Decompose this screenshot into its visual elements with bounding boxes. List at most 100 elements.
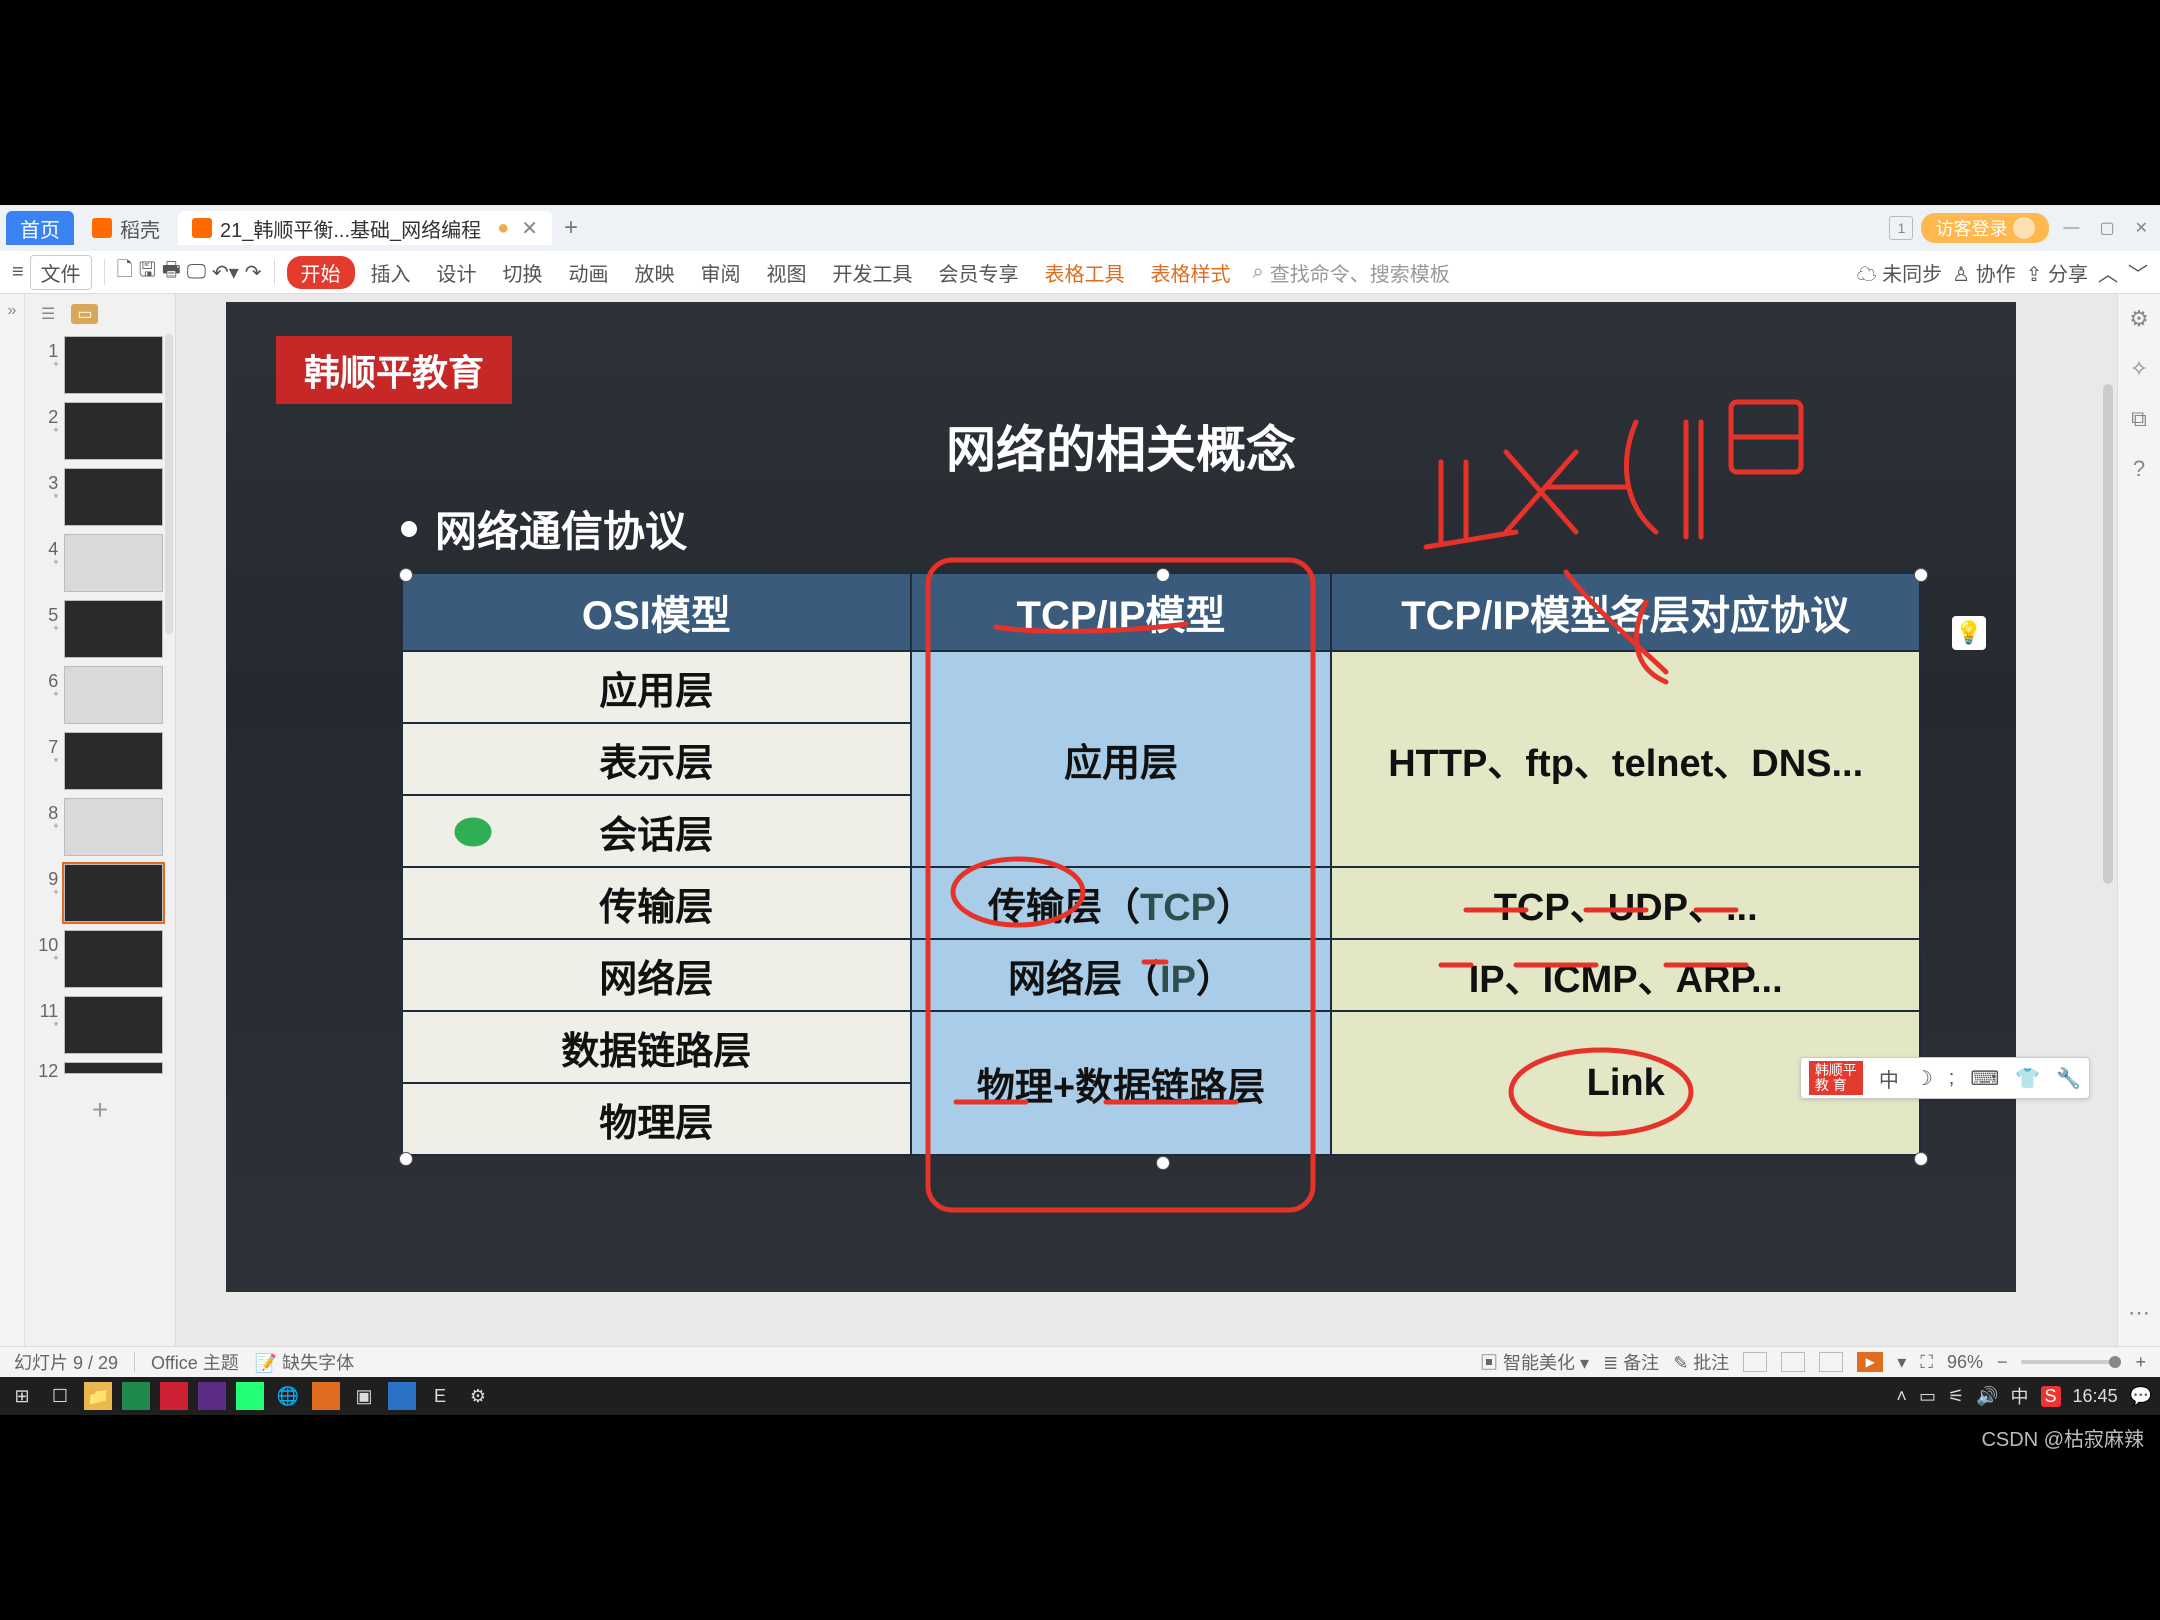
ribbon-transition[interactable]: 切换	[493, 256, 553, 289]
ribbon-member[interactable]: 会员专享	[929, 256, 1029, 289]
ime-comma-icon[interactable]: ;	[1941, 1067, 1963, 1090]
ime-toolbar[interactable]: 韩顺平教 育 中 ☽ ; ⌨ 👕 🔧	[1800, 1057, 2090, 1099]
missing-font[interactable]: 📝 缺失字体	[255, 1349, 354, 1375]
ribbon-animation[interactable]: 动画	[559, 256, 619, 289]
new-file-icon[interactable]: 🗋	[117, 255, 133, 289]
window-minimize-icon[interactable]: —	[2063, 219, 2079, 237]
ime-moon-icon[interactable]: ☽	[1907, 1066, 1941, 1091]
tab-close-icon[interactable]: ✕	[521, 216, 538, 241]
ribbon-design[interactable]: 设计	[427, 256, 487, 289]
view-sorter-icon[interactable]	[1781, 1352, 1805, 1372]
thumb-12[interactable]: 12	[25, 1058, 175, 1084]
ribbon-dropdown-icon[interactable]: ﹀	[2128, 258, 2148, 287]
zoom-in-icon[interactable]: +	[2135, 1352, 2146, 1373]
fit-icon[interactable]: ⛶	[1920, 1352, 1933, 1373]
terminal-icon[interactable]: ▣	[350, 1382, 378, 1410]
outline-icon[interactable]: ☰	[41, 304, 55, 324]
help-icon[interactable]: ?	[2133, 456, 2145, 482]
tray-notification-icon[interactable]: 💬	[2130, 1386, 2152, 1407]
window-close-icon[interactable]: ✕	[2135, 218, 2148, 238]
ribbon-start[interactable]: 开始	[287, 256, 355, 289]
new-tab-button[interactable]: +	[556, 213, 586, 243]
thumb-view-selected[interactable]: ▭	[71, 304, 98, 324]
thumb-10[interactable]: 10*	[25, 926, 175, 992]
ime-shirt-icon[interactable]: 👕	[2007, 1066, 2048, 1091]
tray-ime-cn-icon[interactable]: 中	[2011, 1383, 2029, 1409]
thumb-2[interactable]: 2*	[25, 398, 175, 464]
share-button[interactable]: ⇪ 分享	[2026, 258, 2088, 287]
hamburger-icon[interactable]: ≡	[12, 261, 24, 284]
model-table[interactable]: OSI模型 TCP/IP模型 TCP/IP模型各层对应协议 应用层 应用层 HT…	[401, 572, 1921, 1156]
clone-icon[interactable]: ⧉	[2131, 406, 2147, 432]
clock[interactable]: 16:45	[2073, 1386, 2118, 1407]
notes-button[interactable]: ≣ 备注	[1603, 1349, 1659, 1375]
chrome-icon[interactable]: 🌐	[274, 1382, 302, 1410]
thumb-8[interactable]: 8*	[25, 794, 175, 860]
settings-sliders-icon[interactable]: ⚙	[2129, 306, 2149, 332]
explorer-icon[interactable]: 📁	[84, 1382, 112, 1410]
save-icon[interactable]: 🖫	[139, 255, 156, 289]
thumb-4[interactable]: 4*	[25, 530, 175, 596]
wps-icon[interactable]	[312, 1382, 340, 1410]
nav-collapse-column[interactable]: »	[0, 294, 25, 1346]
ribbon-review[interactable]: 审阅	[691, 256, 751, 289]
app-red-icon[interactable]	[160, 1382, 188, 1410]
thumb-1[interactable]: 1*	[25, 332, 175, 398]
thumb-9[interactable]: 9*	[25, 860, 175, 926]
app-e-icon[interactable]: E	[426, 1382, 454, 1410]
calc-icon[interactable]	[388, 1382, 416, 1410]
zoom-slider[interactable]	[2021, 1360, 2121, 1364]
app-teal-icon[interactable]	[236, 1382, 264, 1410]
slideshow-play-button[interactable]: ▶	[1857, 1352, 1883, 1372]
ribbon-slideshow[interactable]: 放映	[625, 256, 685, 289]
tray-s-icon[interactable]: S	[2041, 1386, 2061, 1407]
zoom-out-icon[interactable]: −	[1997, 1352, 2008, 1373]
tray-wifi-icon[interactable]: ⚟	[1948, 1386, 1964, 1407]
zoom-value[interactable]: 96%	[1947, 1352, 1983, 1373]
ribbon-dev[interactable]: 开发工具	[823, 256, 923, 289]
redo-icon[interactable]: ↷	[245, 260, 262, 285]
ribbon-table-style[interactable]: 表格样式	[1141, 256, 1241, 289]
ribbon-table-tools[interactable]: 表格工具	[1035, 256, 1135, 289]
thumb-scrollbar[interactable]	[165, 334, 173, 634]
more-icon[interactable]: ⋯	[2128, 1300, 2150, 1326]
add-slide-button[interactable]: +	[25, 1094, 175, 1126]
tray-volume-icon[interactable]: 🔊	[1976, 1386, 1998, 1407]
ribbon-view[interactable]: 视图	[757, 256, 817, 289]
thumb-7[interactable]: 7*	[25, 728, 175, 794]
print-preview-icon[interactable]: 🖵	[187, 261, 206, 284]
tray-battery-icon[interactable]: ▭	[1919, 1386, 1936, 1407]
file-menu[interactable]: 文件	[30, 255, 92, 290]
comments-button[interactable]: ✎ 批注	[1673, 1349, 1729, 1375]
canvas-scrollbar[interactable]	[2103, 384, 2113, 884]
sparkle-icon[interactable]: ✧	[2130, 356, 2148, 382]
print-icon[interactable]: 🖶	[162, 255, 181, 289]
window-maximize-icon[interactable]: ▢	[2099, 218, 2114, 238]
slide-canvas[interactable]: 韩顺平教育 网络的相关概念 网络通信协议 💡 OSI模型 TCP/IP模型 TC…	[176, 294, 2117, 1346]
settings-icon[interactable]: ⚙	[464, 1382, 492, 1410]
collab-button[interactable]: ♙ 协作	[1952, 258, 2016, 287]
visitor-login-button[interactable]: 访客登录	[1921, 213, 2049, 243]
thumb-5[interactable]: 5*	[25, 596, 175, 662]
view-normal-icon[interactable]	[1743, 1352, 1767, 1372]
ribbon-search[interactable]: ⌕查找命令、搜索模板	[1253, 258, 1450, 287]
undo-icon[interactable]: ↶▾	[212, 260, 239, 285]
start-icon[interactable]: ⊞	[8, 1382, 36, 1410]
ime-mode[interactable]: 中	[1871, 1064, 1907, 1093]
play-dropdown-icon[interactable]: ▾	[1897, 1352, 1906, 1373]
notification-badge[interactable]: 1	[1889, 216, 1913, 240]
thumb-3[interactable]: 3*	[25, 464, 175, 530]
ribbon-collapse-icon[interactable]: ︿	[2098, 258, 2118, 287]
app-purple-icon[interactable]	[198, 1382, 226, 1410]
ai-beautify-button[interactable]: ▣ 智能美化 ▾	[1480, 1349, 1589, 1375]
thumb-11[interactable]: 11*	[25, 992, 175, 1058]
view-reading-icon[interactable]	[1819, 1352, 1843, 1372]
ribbon-insert[interactable]: 插入	[361, 256, 421, 289]
tab-current-file[interactable]: 21_韩顺平衡...基础_网络编程●✕	[178, 211, 552, 245]
app-green-icon[interactable]	[122, 1382, 150, 1410]
taskview-icon[interactable]: ☐	[46, 1382, 74, 1410]
idea-bulb-icon[interactable]: 💡	[1952, 616, 1986, 650]
ime-wrench-icon[interactable]: 🔧	[2048, 1066, 2089, 1091]
tab-home[interactable]: 首页	[6, 211, 74, 245]
ime-keyboard-icon[interactable]: ⌨	[1962, 1066, 2007, 1091]
